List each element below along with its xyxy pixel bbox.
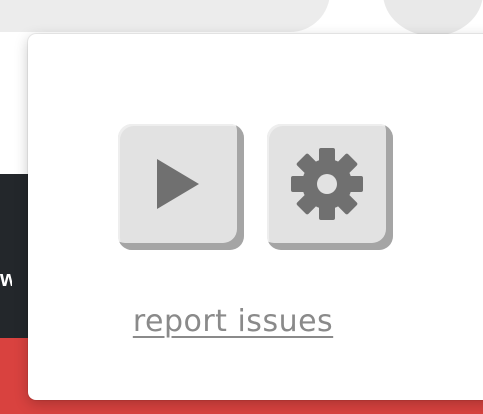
background-search-bar bbox=[0, 0, 330, 32]
play-button[interactable] bbox=[118, 124, 244, 250]
background-partial-text: w bbox=[0, 268, 12, 290]
page: w report issues bbox=[0, 0, 483, 414]
background-header bbox=[0, 0, 483, 36]
report-issues-link[interactable]: report issues bbox=[28, 304, 438, 339]
extension-popup: report issues bbox=[28, 34, 483, 400]
gear-icon bbox=[291, 148, 363, 220]
play-icon bbox=[157, 159, 199, 209]
settings-button[interactable] bbox=[267, 124, 393, 250]
background-avatar bbox=[383, 0, 483, 36]
